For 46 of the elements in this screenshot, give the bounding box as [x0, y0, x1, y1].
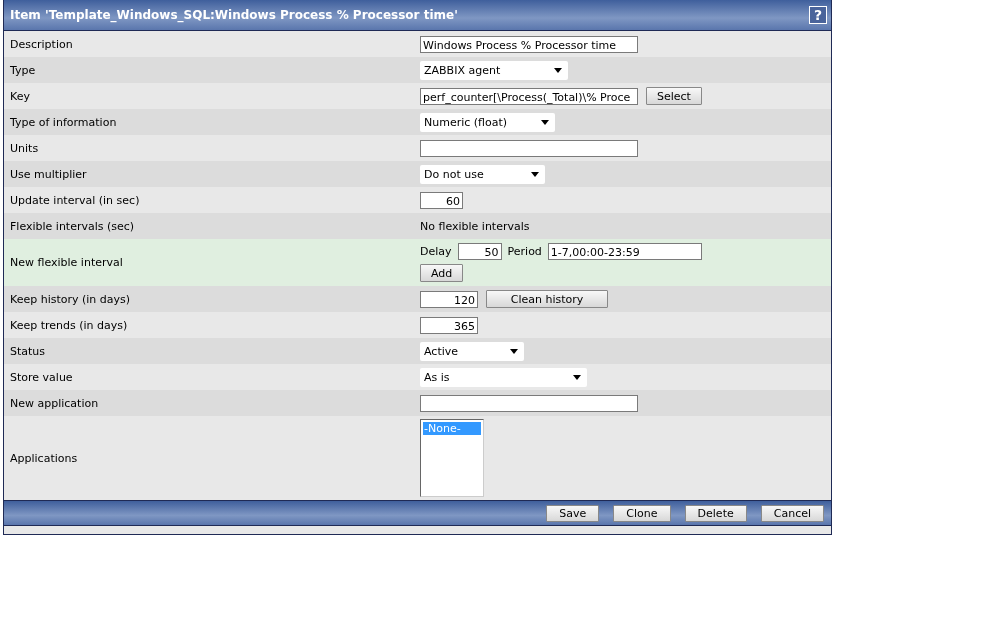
text-field[interactable]: Windows Process % Processor time	[420, 35, 638, 53]
text-field[interactable]	[420, 139, 638, 157]
delay-label: Delay	[420, 245, 452, 258]
form-button[interactable]: Clone	[613, 504, 671, 522]
help-button[interactable]: ?	[809, 6, 827, 24]
dropdown[interactable]: Active	[420, 341, 524, 361]
field-label: Units	[9, 141, 40, 155]
period-field[interactable]: 1-7,00:00-23:59	[547, 243, 702, 260]
dropdown-arrow-icon	[510, 348, 518, 354]
form-button[interactable]: Cancel	[760, 504, 824, 522]
field-label: New application	[9, 396, 100, 410]
field-label: Update interval (in sec)	[9, 193, 141, 207]
form-button[interactable]: Delete	[684, 504, 747, 522]
field-label: Flexible intervals (sec)	[9, 219, 136, 233]
dropdown-arrow-icon	[573, 374, 581, 380]
number-field[interactable]: 120	[420, 290, 478, 308]
dropdown-arrow-icon	[531, 171, 539, 177]
period-label: Period	[507, 245, 542, 258]
dropdown[interactable]: Do not use	[420, 164, 545, 184]
field-label: Applications	[9, 451, 79, 465]
field-label: Keep trends (in days)	[9, 318, 129, 332]
number-field[interactable]: 365	[420, 316, 478, 334]
clean-history-button[interactable]: Clean history	[486, 290, 608, 308]
dropdown[interactable]: As is	[420, 367, 587, 387]
text-field[interactable]: perf_counter[\Process(_Total)\% Proce	[420, 87, 638, 105]
dropdown-arrow-icon	[541, 119, 549, 125]
delay-field[interactable]: 50	[457, 243, 502, 260]
dropdown-arrow-icon	[554, 67, 562, 73]
field-label: New flexible interval	[9, 256, 124, 269]
add-button[interactable]: Add	[420, 264, 464, 282]
field-label: Status	[9, 344, 47, 358]
field-label: Description	[9, 37, 74, 51]
value-text: No flexible intervals	[420, 219, 530, 233]
field-label: Type of information	[9, 115, 118, 129]
dropdown[interactable]: ZABBIX agent	[420, 60, 568, 80]
form-button[interactable]: Save	[546, 504, 600, 522]
dropdown[interactable]: Numeric (float)	[420, 112, 555, 132]
number-field[interactable]: 60	[420, 191, 463, 209]
field-label: Keep history (in days)	[9, 292, 132, 306]
select-button[interactable]: Select	[646, 87, 702, 105]
window-title: Item 'Template_Windows_SQL:Windows Process % Processor time'	[10, 8, 458, 22]
field-label: Store value	[9, 370, 74, 384]
field-label: Use multiplier	[9, 167, 88, 181]
field-label: Type	[9, 63, 37, 77]
text-field[interactable]	[420, 394, 638, 412]
field-label: Key	[9, 89, 31, 103]
